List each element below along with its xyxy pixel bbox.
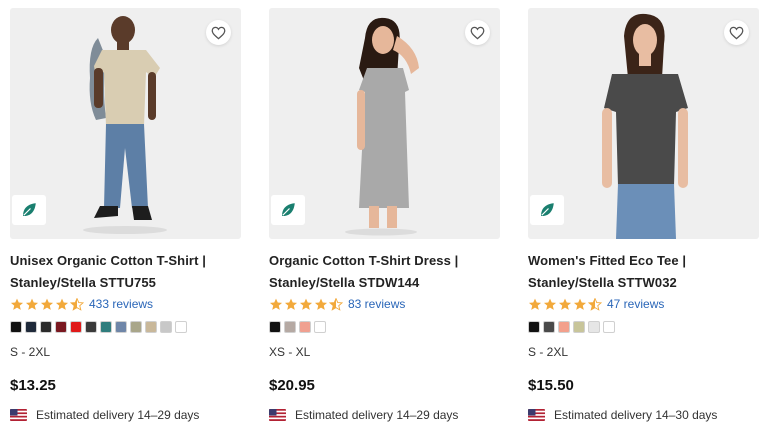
favorite-button[interactable] (206, 20, 231, 45)
product-grid: Unisex Organic Cotton T-Shirt | Stanley/… (0, 0, 769, 426)
star-half-icon (588, 297, 602, 311)
reviews-link[interactable]: 83 reviews (348, 297, 405, 311)
color-swatch[interactable] (100, 321, 112, 333)
color-swatch[interactable] (145, 321, 157, 333)
delivery-info: Estimated delivery 14–30 days (528, 408, 759, 422)
color-swatch[interactable] (70, 321, 82, 333)
size-range: S - 2XL (528, 345, 569, 359)
color-swatches (528, 321, 759, 333)
us-flag-icon (528, 409, 545, 421)
product-title[interactable]: Organic Cotton T-Shirt Dress | Stanley/S… (269, 250, 489, 294)
product-card[interactable]: Unisex Organic Cotton T-Shirt | Stanley/… (10, 8, 241, 422)
star-half-icon (329, 297, 343, 311)
color-swatch[interactable] (160, 321, 172, 333)
leaf-icon (23, 203, 36, 216)
star-icon (573, 298, 587, 310)
leaf-icon (541, 203, 554, 216)
reviews-link[interactable]: 433 reviews (89, 297, 153, 311)
color-swatch[interactable] (55, 321, 67, 333)
color-swatch[interactable] (528, 321, 540, 333)
eco-badge (12, 195, 46, 225)
product-card[interactable]: Organic Cotton T-Shirt Dress | Stanley/S… (269, 8, 500, 422)
rating-stars (10, 297, 84, 311)
delivery-text: Estimated delivery 14–29 days (295, 408, 459, 422)
us-flag-icon (10, 409, 27, 421)
product-title-line2: Stanley/Stella STDW144 (269, 275, 420, 290)
color-swatch[interactable] (573, 321, 585, 333)
eco-badge (271, 195, 305, 225)
product-price: $15.50 (528, 377, 574, 394)
product-image[interactable] (10, 8, 241, 239)
star-icon (543, 298, 557, 310)
product-rating: 433 reviews (10, 295, 241, 313)
product-title[interactable]: Unisex Organic Cotton T-Shirt | Stanley/… (10, 250, 230, 294)
color-swatch[interactable] (299, 321, 311, 333)
delivery-info: Estimated delivery 14–29 days (269, 408, 500, 422)
product-title-line1: Organic Cotton T-Shirt Dress | (269, 253, 459, 268)
color-swatch[interactable] (175, 321, 187, 333)
product-card[interactable]: Women's Fitted Eco Tee | Stanley/Stella … (528, 8, 759, 422)
color-swatch[interactable] (115, 321, 127, 333)
heart-outline-icon (211, 26, 226, 39)
color-swatch[interactable] (269, 321, 281, 333)
size-range: XS - XL (269, 345, 311, 359)
color-swatch[interactable] (284, 321, 296, 333)
star-icon (40, 298, 54, 310)
product-image[interactable] (528, 8, 759, 239)
product-title-line2: Stanley/Stella STTU755 (10, 275, 156, 290)
star-icon (314, 298, 328, 310)
product-image[interactable] (269, 8, 500, 239)
color-swatch[interactable] (588, 321, 600, 333)
star-half-icon (70, 297, 84, 311)
product-title-line1: Unisex Organic Cotton T-Shirt | (10, 253, 206, 268)
eco-badge (530, 195, 564, 225)
rating-stars (269, 297, 343, 311)
star-icon (299, 298, 313, 310)
color-swatch[interactable] (543, 321, 555, 333)
product-rating: 47 reviews (528, 295, 759, 313)
reviews-link[interactable]: 47 reviews (607, 297, 664, 311)
product-price: $20.95 (269, 377, 315, 394)
color-swatch[interactable] (25, 321, 37, 333)
star-icon (10, 298, 24, 310)
delivery-info: Estimated delivery 14–29 days (10, 408, 241, 422)
star-icon (528, 298, 542, 310)
star-icon (25, 298, 39, 310)
favorite-button[interactable] (724, 20, 749, 45)
color-swatch[interactable] (130, 321, 142, 333)
product-title-line2: Stanley/Stella STTW032 (528, 275, 677, 290)
leaf-icon (282, 203, 295, 216)
size-range: S - 2XL (10, 345, 51, 359)
us-flag-icon (269, 409, 286, 421)
favorite-button[interactable] (465, 20, 490, 45)
delivery-text: Estimated delivery 14–30 days (554, 408, 718, 422)
color-swatch[interactable] (603, 321, 615, 333)
heart-outline-icon (729, 26, 744, 39)
color-swatch[interactable] (40, 321, 52, 333)
heart-outline-icon (470, 26, 485, 39)
color-swatches (269, 321, 500, 333)
delivery-text: Estimated delivery 14–29 days (36, 408, 200, 422)
product-title-line1: Women's Fitted Eco Tee | (528, 253, 687, 268)
star-icon (558, 298, 572, 310)
product-price: $13.25 (10, 377, 56, 394)
color-swatch[interactable] (10, 321, 22, 333)
product-title[interactable]: Women's Fitted Eco Tee | Stanley/Stella … (528, 250, 748, 294)
color-swatch[interactable] (558, 321, 570, 333)
rating-stars (528, 297, 602, 311)
star-icon (55, 298, 69, 310)
color-swatches (10, 321, 241, 333)
star-icon (284, 298, 298, 310)
color-swatch[interactable] (314, 321, 326, 333)
star-icon (269, 298, 283, 310)
color-swatch[interactable] (85, 321, 97, 333)
product-rating: 83 reviews (269, 295, 500, 313)
